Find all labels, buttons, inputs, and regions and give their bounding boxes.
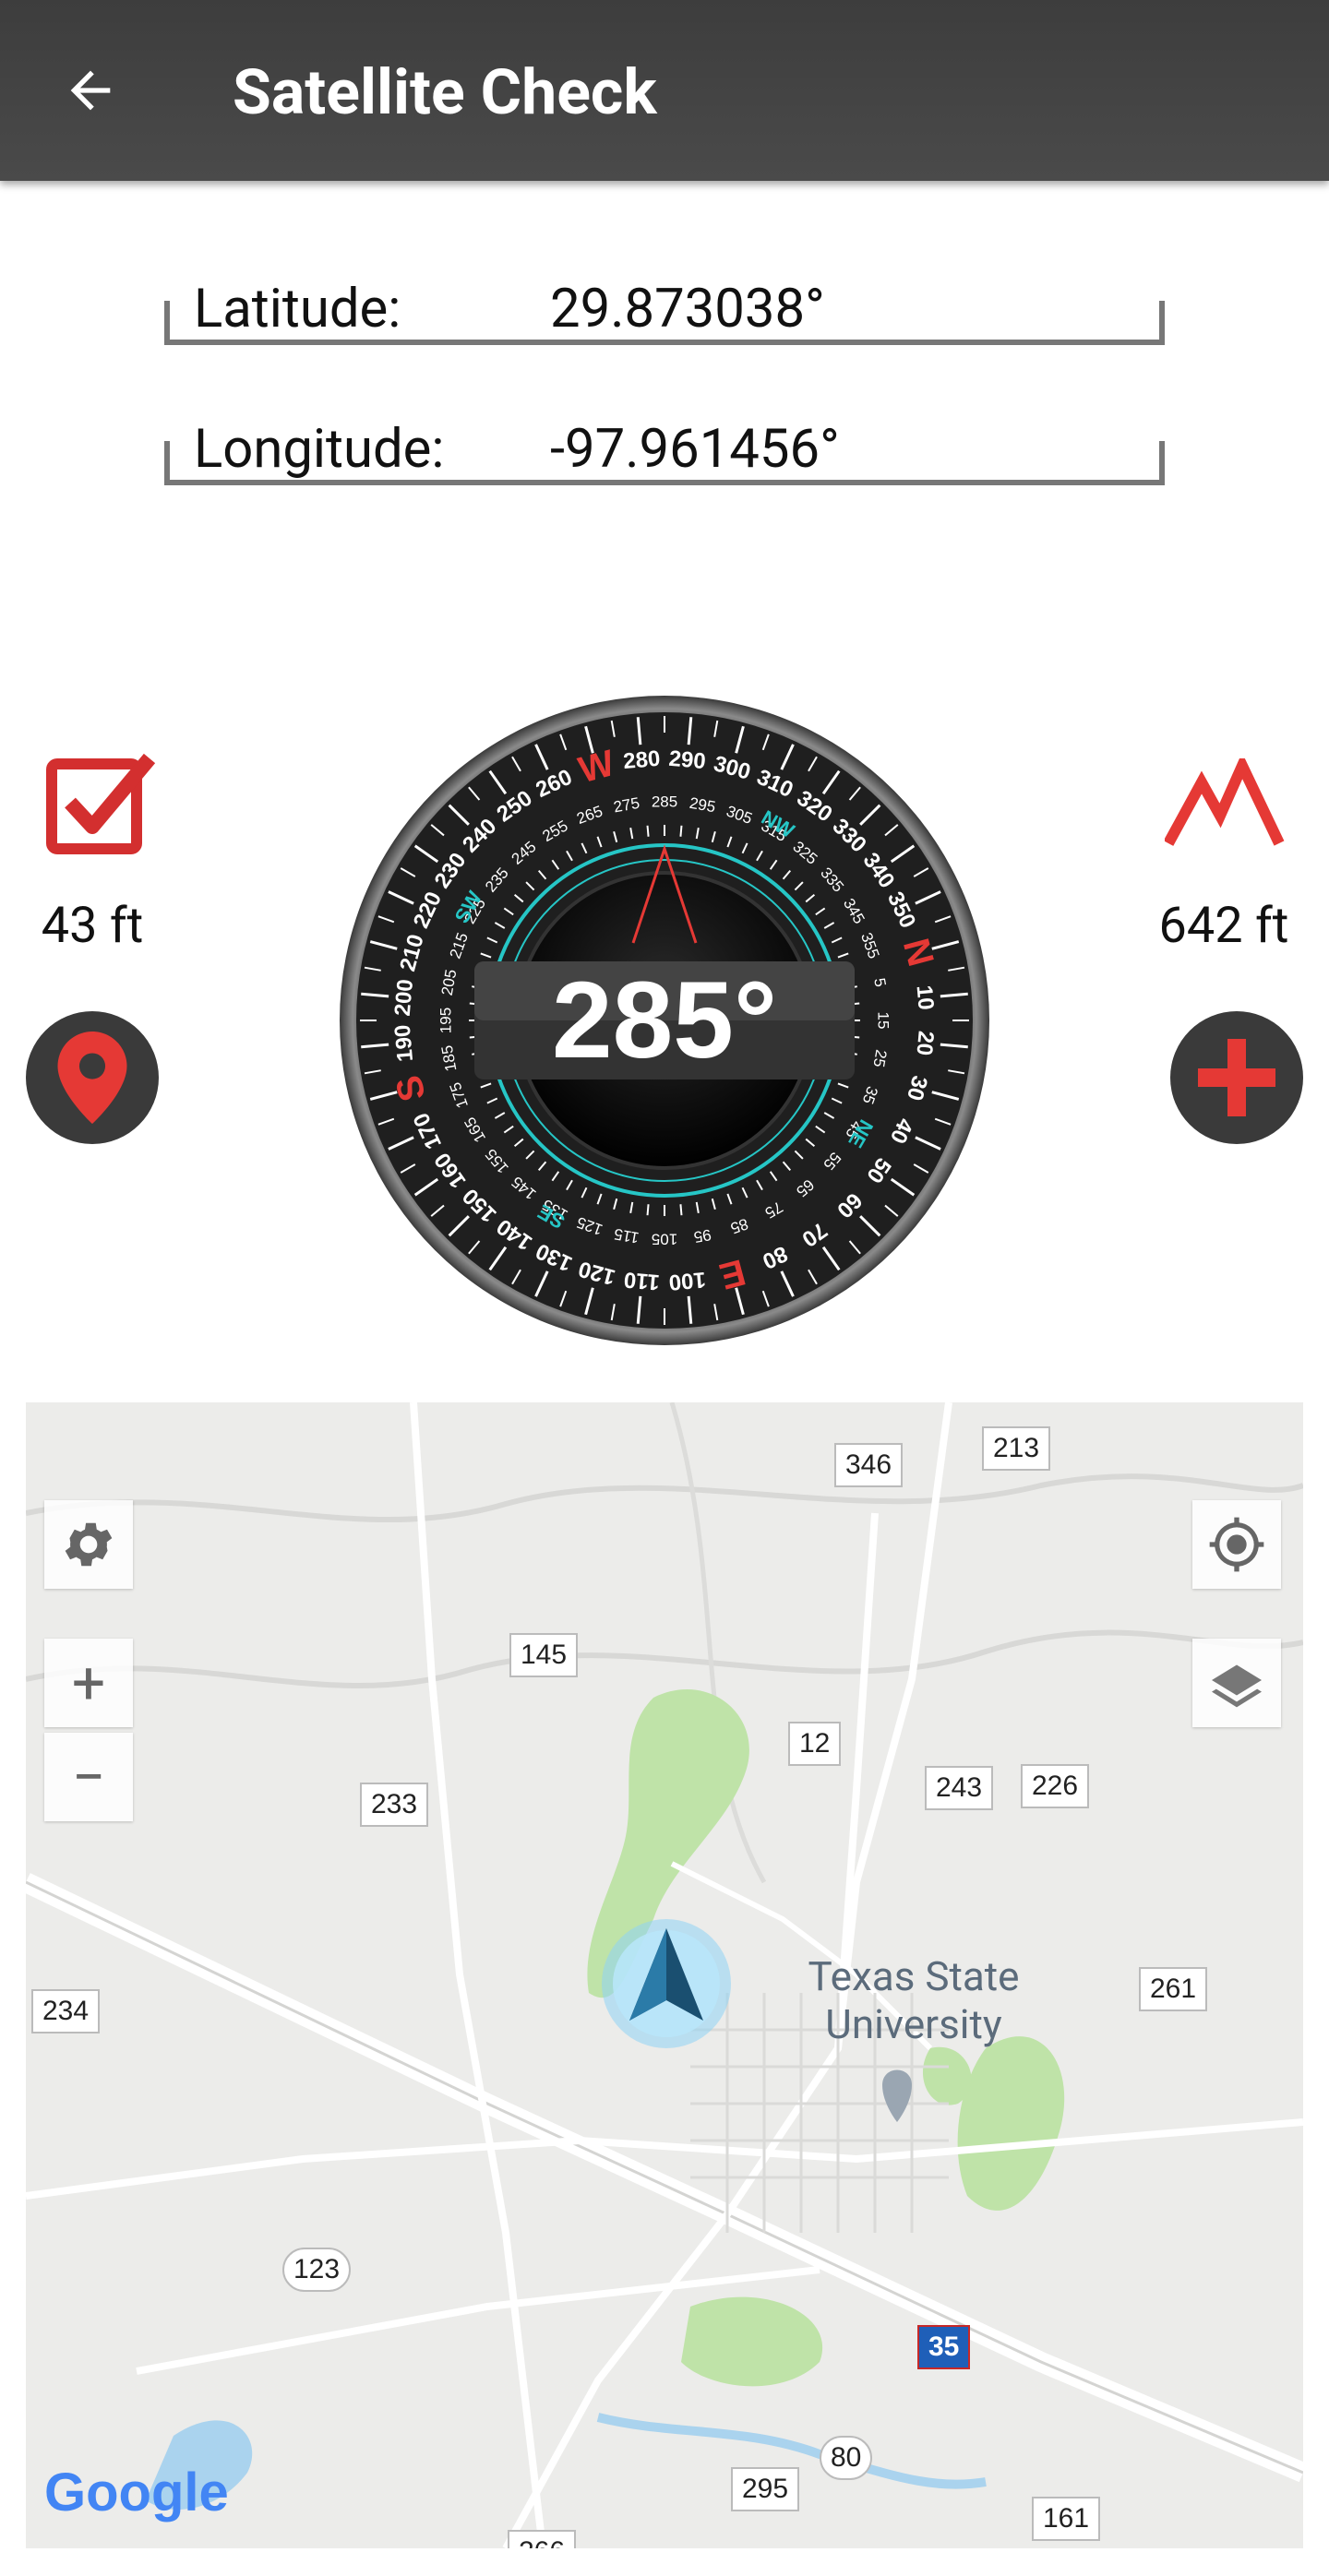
road-label: 243 (925, 1766, 994, 1810)
place-label-line2: University (825, 2000, 1002, 2048)
plus-icon (1198, 1039, 1275, 1116)
accuracy-value: 43 ft (41, 897, 144, 955)
google-logo-text: Google (44, 2463, 229, 2522)
location-pin-icon (57, 1032, 127, 1124)
road-label: 233 (360, 1783, 429, 1827)
add-button[interactable] (1170, 1011, 1303, 1144)
crosshair-icon (1209, 1517, 1264, 1572)
layers-button[interactable] (1192, 1639, 1281, 1727)
compass-degree-label: 110 (623, 1267, 661, 1294)
map-settings-button[interactable] (44, 1500, 133, 1589)
compass-inner-degree-label: 95 (692, 1225, 712, 1246)
arrow-back-icon (70, 70, 111, 111)
road-label: 295 (731, 2467, 800, 2511)
checkbox-icon (44, 745, 159, 860)
page-title: Satellite Check (233, 55, 657, 129)
compass-degree-label: 280 (622, 746, 661, 774)
road-label: 12 (788, 1722, 842, 1766)
compass-degree-label: 20 (911, 1030, 938, 1056)
latitude-value: 29.873038° (550, 278, 825, 340)
compass-heading: 285° (552, 960, 777, 1081)
compass-inner-degree-label: 195 (437, 1008, 454, 1033)
compass-degree-label: 190 (390, 1024, 418, 1063)
zoom-in-button[interactable]: + (44, 1639, 133, 1727)
compass-inner-degree-label: 105 (652, 1231, 677, 1248)
compass-degree-label: 290 (668, 746, 707, 774)
road-label: 123 (282, 2248, 352, 2292)
road-label: 80 (820, 2436, 873, 2480)
location-button[interactable] (26, 1011, 159, 1144)
road-label: 261 (1139, 1967, 1208, 2011)
longitude-value: -97.961456° (550, 418, 840, 481)
compass: N 10 20 30 40 50 60 70 80 E 100 110 120 130 140 150 160 1… (338, 694, 991, 1347)
compass-inner-tick (646, 1204, 650, 1216)
compass-degree-label: 10 (911, 984, 938, 1011)
app-bar: Satellite Check (0, 0, 1329, 181)
road-label: 234 (31, 1989, 101, 2033)
compass-inner-tick (679, 1204, 683, 1216)
road-label: 266 (508, 2530, 577, 2548)
compass-inner-degree-label: 285 (652, 793, 677, 810)
road-label: 213 (982, 1426, 1051, 1471)
compass-inner-tick (679, 825, 683, 837)
road-label: 145 (509, 1633, 579, 1677)
compass-inner-tick (646, 825, 650, 837)
compass-degree-label: 100 (668, 1267, 707, 1294)
compass-degree-label: 200 (390, 978, 418, 1017)
mountain-icon (1163, 752, 1285, 851)
layers-icon (1212, 1664, 1262, 1708)
google-logo: Google (44, 2462, 229, 2523)
road-label: 35 (917, 2325, 971, 2369)
compass-inner-degree-label: 25 (869, 1048, 890, 1068)
longitude-label: Longitude: (194, 418, 445, 481)
elevation-value: 642 ft (1158, 897, 1289, 955)
road-label: 226 (1021, 1764, 1090, 1808)
gear-icon (65, 1522, 113, 1567)
zoom-out-button[interactable]: − (44, 1733, 133, 1821)
compass-inner-degree-label: 15 (875, 1012, 892, 1030)
map-view[interactable]: + − 346 213 145 12 243 226 233 234 261 1… (26, 1402, 1303, 2548)
road-label: 161 (1032, 2497, 1101, 2541)
road-label: 346 (834, 1443, 904, 1487)
back-button[interactable] (44, 48, 137, 133)
my-location-button[interactable] (1192, 1500, 1281, 1589)
place-label-line1: Texas State (808, 1952, 1020, 2000)
map-canvas (26, 1402, 1303, 2548)
latitude-label: Latitude: (194, 278, 401, 340)
